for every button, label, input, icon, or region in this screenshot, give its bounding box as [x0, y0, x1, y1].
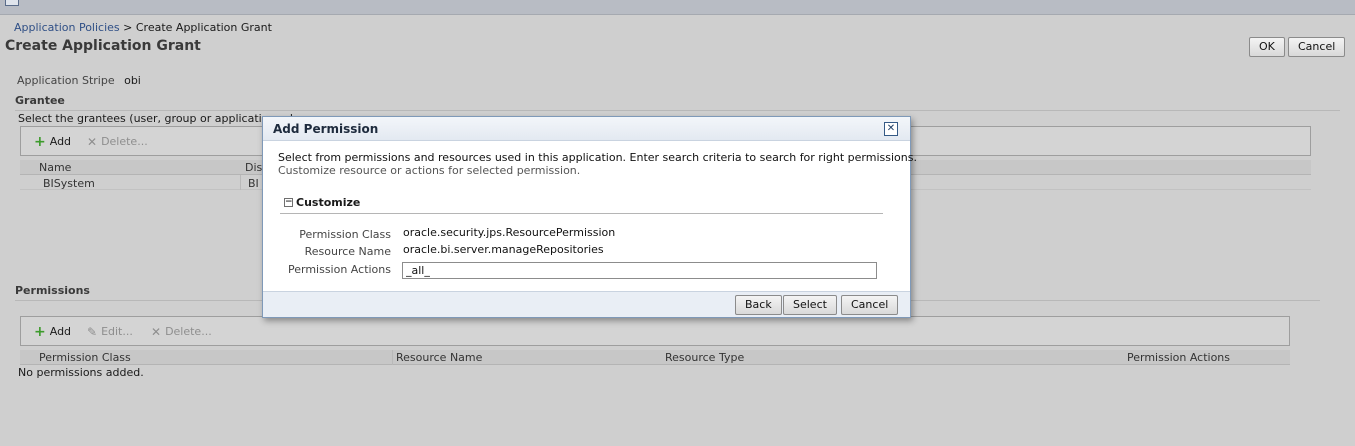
breadcrumb: Application Policies > Create Applicatio… [14, 21, 272, 34]
dialog-footer: Back Select Cancel [263, 291, 910, 317]
add-permission-dialog: Add Permission ✕ Select from permissions… [262, 116, 917, 318]
breadcrumb-separator: > [123, 21, 133, 34]
grantee-delete-label: Delete... [101, 135, 148, 148]
permissions-edit-label: Edit... [101, 325, 133, 338]
dialog-title-bar: Add Permission ✕ [263, 117, 910, 141]
breadcrumb-current: Create Application Grant [135, 21, 272, 34]
permissions-empty-text: No permissions added. [18, 366, 144, 379]
application-stripe-value: obi [124, 74, 141, 87]
permissions-heading: Permissions [15, 284, 90, 297]
permissions-col-class: Permission Class [39, 351, 131, 364]
page-title: Create Application Grant [5, 38, 201, 54]
cancel-button[interactable]: Cancel [1288, 37, 1346, 57]
grantee-heading: Grantee [15, 94, 65, 107]
permission-class-value: oracle.security.jps.ResourcePermission [403, 226, 616, 239]
breadcrumb-link-application-policies[interactable]: Application Policies [14, 21, 120, 34]
back-button[interactable]: Back [735, 295, 782, 315]
dialog-cancel-button[interactable]: Cancel [841, 295, 899, 315]
column-separator [392, 350, 393, 365]
top-bar [0, 0, 1355, 15]
grantee-row-display: BI [248, 177, 259, 190]
permissions-table-header: Permission Class Resource Name Resource … [20, 350, 1290, 365]
permissions-add-button[interactable]: + Add [34, 323, 72, 340]
permissions-delete-label: Delete... [165, 325, 212, 338]
permissions-col-resource-name: Resource Name [396, 351, 483, 364]
grantee-delete-button[interactable]: ✕ Delete... [87, 135, 148, 148]
dialog-title: Add Permission [273, 122, 379, 136]
column-separator [240, 175, 241, 190]
close-icon[interactable]: ✕ [884, 122, 898, 136]
customize-section-header[interactable]: − Customize [284, 196, 360, 209]
select-button[interactable]: Select [783, 295, 837, 315]
permissions-col-actions: Permission Actions [1127, 351, 1231, 364]
permissions-add-label: Add [49, 325, 72, 338]
collapse-icon[interactable]: − [284, 198, 293, 207]
application-stripe-label: Application Stripe [17, 74, 115, 87]
app-icon [5, 0, 19, 6]
permissions-toolbar: + Add ✎ Edit... ✕ Delete... [20, 316, 1290, 346]
delete-icon: ✕ [151, 324, 162, 339]
ok-button[interactable]: OK [1249, 37, 1285, 57]
grantee-add-button[interactable]: + Add [34, 133, 72, 150]
permissions-delete-button[interactable]: ✕ Delete... [151, 325, 212, 338]
customize-section-title: Customize [296, 196, 361, 209]
permissions-col-resource-type: Resource Type [665, 351, 745, 364]
permission-actions-input[interactable] [402, 262, 877, 279]
dialog-instructions: Select from permissions and resources us… [278, 151, 917, 164]
permissions-edit-button[interactable]: ✎ Edit... [87, 325, 133, 338]
add-icon: + [34, 133, 46, 150]
application-stripe: Application Stripe obi [17, 74, 141, 87]
grantee-description: Select the grantees (user, group or appl… [18, 112, 300, 125]
add-icon: + [34, 323, 46, 340]
grantee-col-name: Name [39, 161, 72, 174]
grantee-divider [15, 110, 1340, 111]
dialog-subinstructions: Customize resource or actions for select… [278, 164, 581, 177]
pencil-icon: ✎ [87, 324, 98, 339]
permission-actions-label: Permission Actions [287, 263, 391, 276]
grantee-row-name: BISystem [43, 177, 95, 190]
resource-name-value: oracle.bi.server.manageRepositories [403, 243, 604, 256]
grantee-add-label: Add [49, 135, 72, 148]
customize-divider [280, 213, 883, 214]
permission-class-label: Permission Class [299, 228, 391, 241]
delete-icon: ✕ [87, 134, 98, 149]
resource-name-label: Resource Name [304, 245, 391, 258]
